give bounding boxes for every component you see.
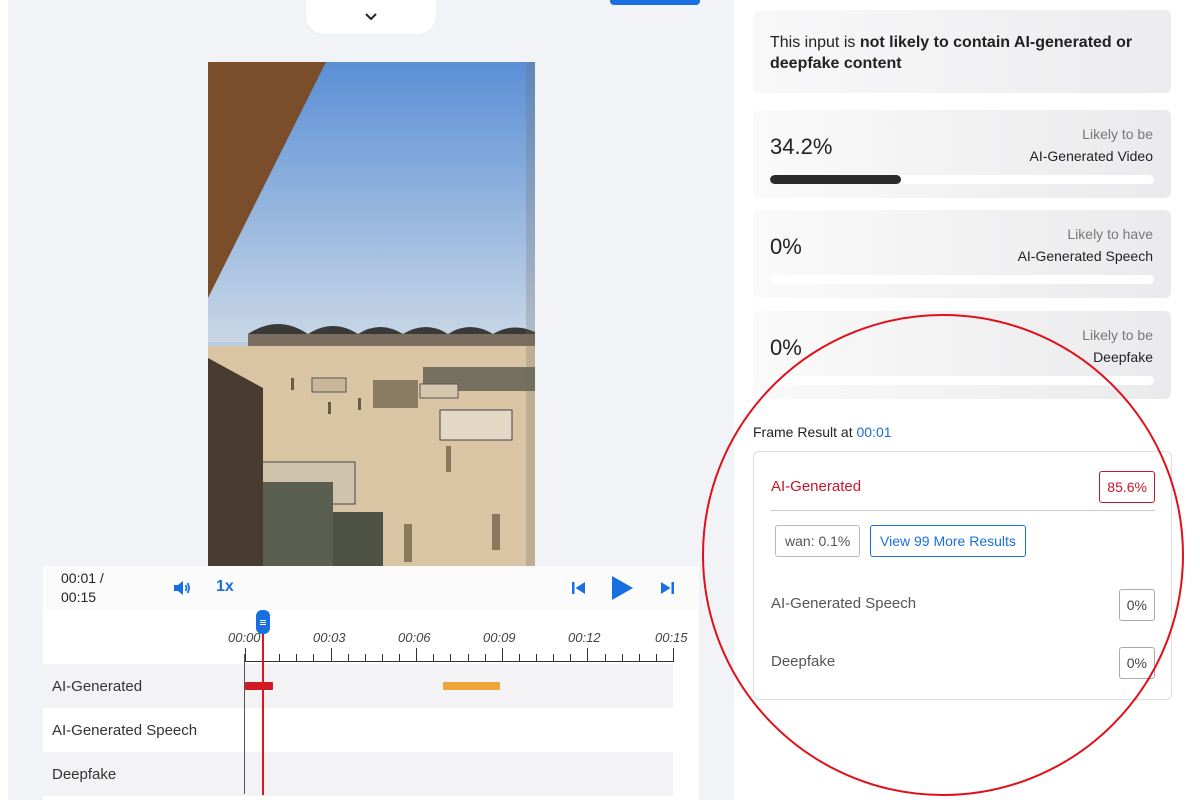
metric-ai-speech: 0% Likely to have AI-Generated Speech xyxy=(753,210,1171,298)
metric-bar xyxy=(770,376,1154,385)
major-tick xyxy=(501,648,503,662)
track-label: Deepfake xyxy=(52,765,117,783)
skip-back-button[interactable] xyxy=(569,578,589,598)
tick-label: 00:03 xyxy=(313,630,346,645)
track-ai-generated-speech: AI-Generated Speech xyxy=(43,708,673,752)
speech-badge: 0% xyxy=(1118,589,1155,621)
metric-value: 34.2% xyxy=(770,134,833,159)
metric-deepfake: 0% Likely to be Deepfake xyxy=(753,311,1171,399)
ai-generated-label: AI-Generated xyxy=(771,478,862,495)
deepfake-label: Deepfake xyxy=(771,653,836,670)
timeline-axis xyxy=(244,654,245,794)
tick-label: 00:00 xyxy=(228,630,261,645)
skip-forward-button[interactable] xyxy=(657,578,677,598)
track-deepfake: Deepfake xyxy=(43,752,673,796)
tick-label: 00:09 xyxy=(483,630,516,645)
playhead-handle[interactable] xyxy=(256,610,270,634)
speed-button[interactable]: 1x xyxy=(216,578,234,596)
tick-label: 00:15 xyxy=(655,630,688,645)
frame-result-label: Frame Result at xyxy=(753,424,857,440)
video-frame[interactable] xyxy=(208,62,535,566)
current-time: 00:01 / xyxy=(61,570,104,586)
metric-value: 0% xyxy=(770,335,802,360)
segment-ai-orange[interactable] xyxy=(443,682,500,690)
metric-ai-video: 34.2% Likely to be AI-Generated Video xyxy=(753,110,1171,198)
frame-result-time[interactable]: 00:01 xyxy=(856,424,891,440)
collapse-tab[interactable] xyxy=(306,0,436,34)
timeline[interactable]: 00:00 00:03 00:06 00:09 00:12 00:15 AI-G… xyxy=(43,610,699,800)
play-button[interactable] xyxy=(609,573,635,603)
metric-caption: Likely to be xyxy=(1082,327,1153,343)
metric-title: Deepfake xyxy=(1093,349,1153,365)
player-controls: 00:01 / 00:15 1x xyxy=(43,566,699,610)
chevron-down-icon xyxy=(365,13,377,21)
speech-label: AI-Generated Speech xyxy=(771,595,917,612)
model-result-chip: wan: 0.1% xyxy=(775,525,861,557)
skip-forward-icon xyxy=(661,582,674,594)
metric-value: 0% xyxy=(770,234,802,259)
tick-label: 00:12 xyxy=(568,630,601,645)
video-frame-image xyxy=(208,62,535,566)
major-tick xyxy=(587,648,589,662)
metric-bar xyxy=(770,175,1154,184)
summary-prefix: This input is xyxy=(770,34,860,51)
ruler-baseline xyxy=(245,661,673,662)
summary-text: This input is not likely to contain AI-g… xyxy=(770,32,1165,74)
track-label: AI-Generated Speech xyxy=(52,721,198,739)
volume-button[interactable] xyxy=(171,578,193,598)
video-panel: 00:01 / 00:15 1x 00:00 00:03 00:06 00:09… xyxy=(8,0,734,800)
metric-caption: Likely to be xyxy=(1082,126,1153,142)
metric-caption: Likely to have xyxy=(1067,226,1153,242)
major-tick xyxy=(673,648,674,662)
track-label: AI-Generated xyxy=(52,677,143,695)
major-tick xyxy=(416,648,418,662)
top-action-button[interactable] xyxy=(610,0,700,5)
deepfake-badge: 0% xyxy=(1118,647,1155,679)
total-time: 00:15 xyxy=(61,589,97,605)
track-ai-generated: AI-Generated xyxy=(43,664,673,708)
metric-title: AI-Generated Speech xyxy=(1017,248,1153,264)
frame-result-box: AI-Generated 85.6% wan: 0.1% View 99 Mor… xyxy=(753,451,1172,700)
playhead-line xyxy=(262,625,264,795)
time-readout: 00:01 / 00:15 xyxy=(61,569,104,607)
volume-icon xyxy=(174,581,190,595)
divider xyxy=(771,510,1155,511)
metric-title: AI-Generated Video xyxy=(1029,148,1154,164)
summary-card: This input is not likely to contain AI-g… xyxy=(753,10,1171,93)
frame-result-title: Frame Result at 00:01 xyxy=(753,424,892,440)
major-tick xyxy=(245,648,246,662)
ai-generated-badge: 85.6% xyxy=(1099,471,1155,503)
tick-label: 00:06 xyxy=(398,630,431,645)
segment-ai-red[interactable] xyxy=(245,682,273,690)
major-tick xyxy=(330,648,332,662)
view-more-results-button[interactable]: View 99 More Results xyxy=(870,525,1026,557)
metric-bar xyxy=(770,275,1154,284)
skip-back-icon xyxy=(572,582,585,594)
play-icon xyxy=(612,576,633,600)
metric-bar-fill xyxy=(770,175,902,184)
